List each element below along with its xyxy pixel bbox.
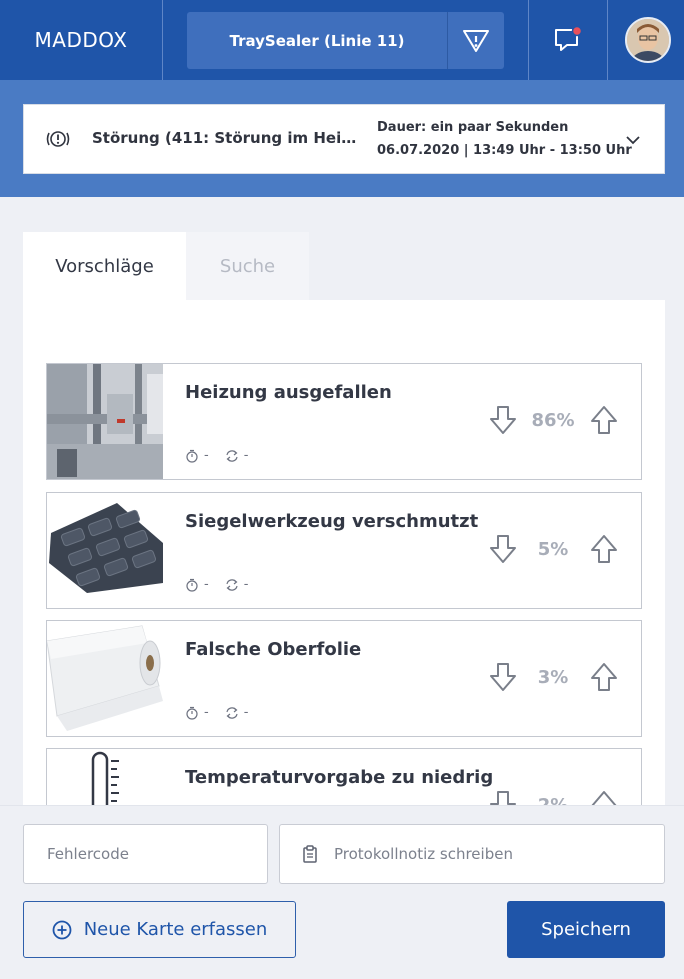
machine-label[interactable]: TraySealer (Linie 11) — [187, 12, 447, 69]
error-code-input[interactable] — [47, 845, 267, 863]
divider — [607, 0, 608, 80]
timer-value: - — [204, 577, 209, 592]
repeat-value: - — [243, 577, 249, 592]
warning-triangle-icon[interactable] — [448, 12, 504, 69]
card-title: Siegelwerkzeug verschmutzt — [185, 511, 479, 532]
repeat-icon — [226, 578, 238, 591]
card-meta: - - — [185, 577, 264, 592]
tab-suggestions[interactable]: Vorschläge — [23, 232, 186, 300]
save-button[interactable]: Speichern — [507, 901, 665, 958]
suggestions-panel: Heizung ausgefallen - - 86% Siegelwerkze… — [23, 300, 665, 810]
chevron-down-icon[interactable] — [624, 131, 642, 149]
card-meta: - - — [185, 448, 264, 463]
tab-search[interactable]: Suche — [186, 232, 309, 300]
logo[interactable]: MADDOX — [0, 0, 162, 80]
card-title: Heizung ausgefallen — [185, 382, 392, 403]
top-bar: MADDOX TraySealer (Linie 11) — [0, 0, 684, 80]
machine-selector[interactable]: TraySealer (Linie 11) — [187, 12, 504, 69]
chat-icon — [555, 26, 583, 51]
incident-duration: Dauer: ein paar Sekunden — [377, 120, 569, 135]
user-avatar-icon — [627, 19, 669, 61]
card-image-machine — [47, 364, 163, 479]
confidence-percent: 5% — [537, 539, 569, 560]
suggestion-card[interactable]: Temperaturvorgabe zu niedrig 2% — [46, 748, 642, 810]
repeat-icon — [226, 706, 238, 719]
card-image-sealing-tool — [47, 493, 163, 608]
repeat-value: - — [243, 448, 249, 463]
incident-date: 06.07.2020 | 13:49 Uhr - 13:50 Uhr — [377, 143, 632, 158]
avatar[interactable] — [625, 17, 671, 63]
log-note-input[interactable] — [334, 845, 664, 863]
log-note-field[interactable] — [279, 824, 665, 884]
incident-title: Störung (411: Störung im Heizkre... — [92, 129, 362, 147]
card-image-thermometer — [47, 749, 163, 810]
new-card-label: Neue Karte erfassen — [83, 919, 268, 940]
incident-summary[interactable]: Störung (411: Störung im Heizkre... Daue… — [23, 104, 665, 174]
clipboard-icon — [303, 845, 317, 863]
arrow-up-icon[interactable] — [588, 404, 620, 436]
suggestion-card[interactable]: Heizung ausgefallen - - 86% — [46, 363, 642, 480]
alert-circle-icon — [46, 131, 70, 147]
stopwatch-icon — [186, 449, 198, 463]
card-image-foil-roll — [47, 621, 163, 736]
arrow-down-icon[interactable] — [487, 533, 519, 565]
repeat-icon — [226, 449, 238, 462]
suggestion-card[interactable]: Falsche Oberfolie - - 3% — [46, 620, 642, 737]
arrow-up-icon[interactable] — [588, 661, 620, 693]
timer-value: - — [204, 705, 209, 720]
card-meta: - - — [185, 705, 264, 720]
arrow-down-icon[interactable] — [487, 404, 519, 436]
card-title: Falsche Oberfolie — [185, 639, 362, 660]
stopwatch-icon — [186, 706, 198, 720]
divider — [162, 0, 163, 80]
suggestion-card[interactable]: Siegelwerkzeug verschmutzt - - 5% — [46, 492, 642, 609]
arrow-down-icon[interactable] — [487, 661, 519, 693]
card-title: Temperaturvorgabe zu niedrig — [185, 767, 494, 788]
confidence-percent: 3% — [537, 667, 569, 688]
stopwatch-icon — [186, 578, 198, 592]
plus-circle-icon — [52, 920, 72, 939]
error-code-field[interactable] — [23, 824, 268, 884]
arrow-up-icon[interactable] — [588, 533, 620, 565]
new-card-button[interactable]: Neue Karte erfassen — [23, 901, 296, 958]
timer-value: - — [204, 448, 209, 463]
confidence-percent: 86% — [531, 410, 575, 431]
repeat-value: - — [243, 705, 249, 720]
chat-notification-button[interactable] — [529, 0, 607, 80]
